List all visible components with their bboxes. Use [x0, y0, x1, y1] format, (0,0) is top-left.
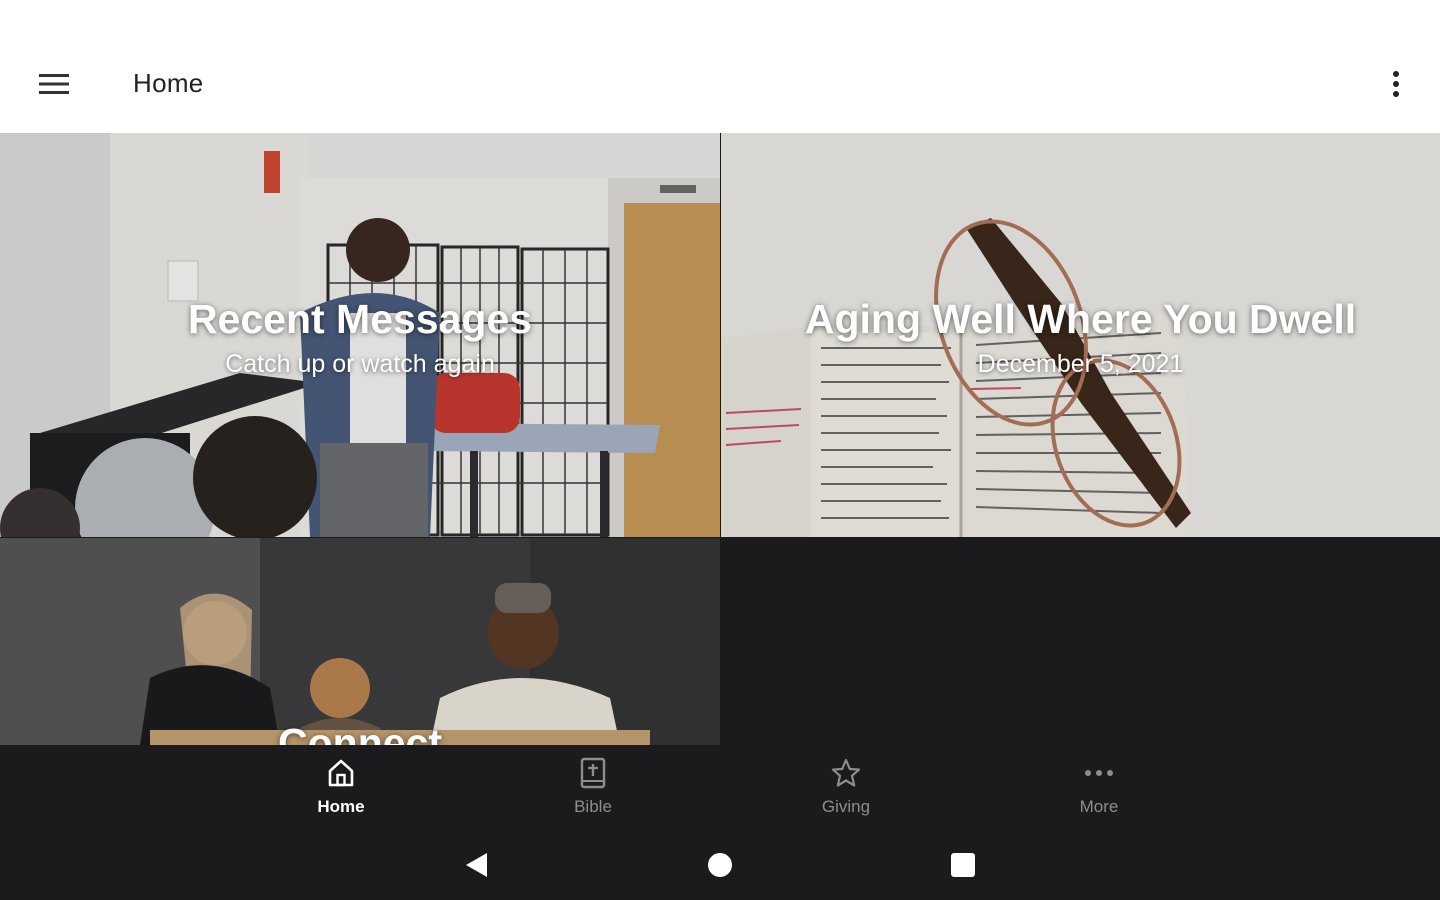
- tile-aging-well-where-you-dwell[interactable]: Aging Well Where You Dwell December 5, 2…: [721, 133, 1440, 537]
- more-horizontal-icon: [1085, 770, 1113, 776]
- home-circle-icon[interactable]: [700, 849, 740, 881]
- tile-connect[interactable]: Connect: [0, 538, 720, 745]
- home-icon: [328, 759, 354, 787]
- nav-label: Giving: [821, 797, 871, 816]
- tile-subtitle: Catch up or watch again: [225, 350, 495, 378]
- tile-recent-messages[interactable]: Recent Messages Catch up or watch again: [0, 133, 720, 537]
- nav-label: Bible: [574, 797, 612, 816]
- hamburger-menu-icon[interactable]: [28, 62, 80, 106]
- recents-square-icon[interactable]: [943, 849, 983, 881]
- nav-label: Home: [317, 797, 365, 816]
- app-bar: Home: [0, 0, 1440, 133]
- bottom-navigation: Home Bible Giving More: [0, 745, 1440, 835]
- tile-title: Connect: [278, 720, 442, 745]
- nav-item-home[interactable]: Home: [281, 757, 401, 827]
- tile-title: Recent Messages: [187, 296, 533, 342]
- nav-item-more[interactable]: More: [1039, 757, 1159, 827]
- bible-icon: [580, 757, 606, 789]
- empty-tile-area: [721, 538, 1440, 745]
- tile-subtitle: December 5, 2021: [977, 350, 1184, 378]
- nav-item-bible[interactable]: Bible: [533, 757, 653, 827]
- system-navigation-bar: [0, 835, 1440, 900]
- nav-label: More: [1079, 797, 1119, 816]
- tile-title: Aging Well Where You Dwell: [804, 296, 1357, 342]
- nav-item-giving[interactable]: Giving: [786, 757, 906, 827]
- star-icon: [831, 758, 861, 787]
- more-vertical-icon[interactable]: [1374, 62, 1418, 106]
- tile-overlay: [0, 538, 720, 745]
- back-triangle-icon[interactable]: [456, 849, 496, 881]
- page-title: Home: [133, 68, 204, 98]
